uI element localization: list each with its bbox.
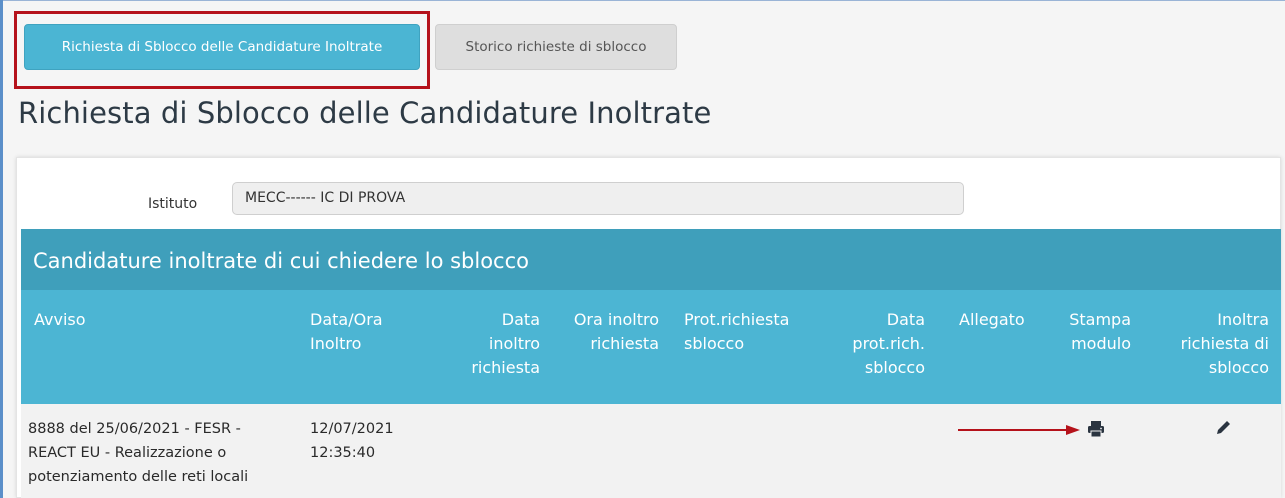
col-header-data-inoltro-richiesta: Data inoltro richiesta [471, 310, 540, 377]
col-header-ora-inoltro-richiesta: Ora inoltro richiesta [573, 310, 659, 353]
col-header-stampa-modulo: Stampa modulo [1069, 310, 1131, 353]
window-top-border [0, 0, 1285, 1]
tab-richiesta-sblocco[interactable]: Richiesta di Sblocco delle Candidature I… [24, 24, 420, 70]
col-header-avviso: Avviso [34, 310, 86, 329]
page-title: Richiesta di Sblocco delle Candidature I… [18, 96, 712, 130]
cell-data-ora-inoltro: 12/07/2021 12:35:40 [310, 421, 394, 461]
istituto-label: Istituto [148, 196, 198, 212]
col-header-allegato: Allegato [959, 310, 1025, 329]
pencil-icon[interactable] [1214, 419, 1232, 441]
col-header-data-prot-rich-sblocco: Data prot.rich. sblocco [852, 310, 925, 377]
tab-storico-richieste[interactable]: Storico richieste di sblocco [435, 24, 677, 70]
window-left-border [0, 0, 3, 498]
col-header-inoltra-richiesta: Inoltra richiesta di sblocco [1180, 310, 1269, 377]
cell-avviso: 8888 del 25/06/2021 - FESR - REACT EU - … [28, 421, 249, 485]
table-row: 8888 del 25/06/2021 - FESR - REACT EU - … [21, 404, 1281, 498]
col-header-prot-richiesta-sblocco: Prot.richiesta sblocco [684, 310, 790, 353]
section-header: Candidature inoltrate di cui chiedere lo… [21, 229, 1281, 290]
arrow-annotation [958, 425, 1080, 435]
table-header: Avviso Data/Ora Inoltro Data inoltro ric… [21, 290, 1281, 404]
col-header-data-ora-inoltro: Data/Ora Inoltro [310, 310, 383, 353]
istituto-field: MECC------ IC DI PROVA [232, 182, 964, 215]
printer-icon[interactable] [1087, 420, 1105, 442]
